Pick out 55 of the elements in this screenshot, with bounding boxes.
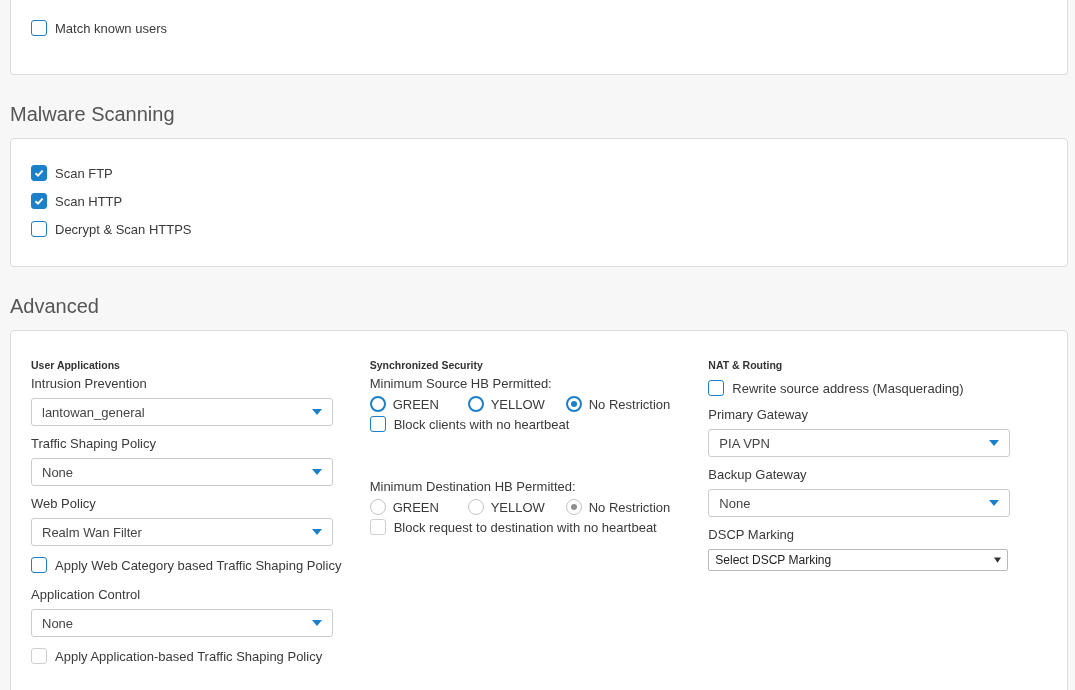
dropdown[interactable]: None bbox=[708, 489, 1011, 517]
caret-icon bbox=[994, 557, 1002, 563]
checkbox-label: Block request to destination with no heartbeat bbox=[393, 519, 657, 535]
column-heading: NAT & Routing bbox=[708, 358, 784, 372]
checkbox-label: Block clients with no heartbeat bbox=[393, 416, 570, 432]
radio-button[interactable] bbox=[369, 396, 386, 412]
radio-label: GREEN bbox=[392, 396, 439, 412]
checkbox[interactable] bbox=[31, 165, 47, 181]
radio-button[interactable] bbox=[565, 396, 582, 412]
field-label: Application Control bbox=[31, 586, 142, 604]
checkbox[interactable] bbox=[369, 416, 386, 432]
dropdown[interactable]: Realm Wan Filter bbox=[31, 518, 333, 546]
radio-label: No Restriction bbox=[588, 499, 671, 515]
caret-icon bbox=[312, 409, 322, 415]
checkbox[interactable] bbox=[31, 193, 47, 209]
radio-button[interactable] bbox=[467, 396, 484, 412]
checkbox-label: Apply Web Category based Traffic Shaping Policy bbox=[55, 557, 342, 573]
dropdown[interactable]: Select DSCP Marking bbox=[708, 549, 1009, 571]
checkbox-label: Scan HTTP bbox=[55, 193, 123, 209]
radio-label: YELLOW bbox=[490, 396, 545, 412]
caret-icon bbox=[312, 620, 322, 626]
checkbox-label: Match known users bbox=[55, 20, 167, 36]
checkbox-label: Decrypt & Scan HTTPS bbox=[55, 221, 192, 237]
field-label: DSCP Marking bbox=[708, 526, 796, 544]
field-label: Minimum Destination HB Permitted: bbox=[369, 478, 577, 496]
checkbox[interactable] bbox=[708, 380, 725, 396]
dropdown[interactable]: None bbox=[31, 458, 333, 486]
section-title: Malware Scanning bbox=[10, 102, 176, 126]
caret-icon bbox=[989, 440, 1000, 446]
checkbox-label: Rewrite source address (Masquerading) bbox=[732, 380, 964, 396]
checkmark-icon bbox=[33, 195, 45, 207]
field-label: Web Policy bbox=[31, 495, 97, 513]
checkbox-label: Apply Application-based Traffic Shaping Policy bbox=[55, 648, 323, 664]
caret-icon bbox=[989, 500, 1000, 506]
column-heading: Synchronized Security bbox=[369, 358, 484, 372]
dropdown[interactable]: lantowan_general bbox=[31, 398, 333, 426]
field-label: Primary Gateway bbox=[708, 406, 810, 424]
checkbox-label: Scan FTP bbox=[55, 165, 113, 181]
field-label: Backup Gateway bbox=[708, 466, 808, 484]
field-label: Minimum Source HB Permitted: bbox=[369, 375, 553, 393]
caret-icon bbox=[312, 529, 322, 535]
radio-label: No Restriction bbox=[588, 396, 671, 412]
column-heading: User Applications bbox=[31, 358, 121, 372]
radio-label: YELLOW bbox=[490, 499, 545, 515]
dropdown[interactable]: None bbox=[31, 609, 333, 637]
checkbox[interactable] bbox=[31, 20, 47, 36]
checkmark-icon bbox=[33, 167, 45, 179]
section-title: Advanced bbox=[10, 294, 100, 318]
checkbox[interactable] bbox=[31, 221, 47, 237]
checkbox[interactable] bbox=[31, 557, 47, 573]
radio-label: GREEN bbox=[392, 499, 439, 515]
field-label: Traffic Shaping Policy bbox=[31, 435, 157, 453]
dropdown[interactable]: PIA VPN bbox=[708, 429, 1011, 457]
field-label: Intrusion Prevention bbox=[31, 375, 148, 393]
caret-icon bbox=[312, 469, 322, 475]
